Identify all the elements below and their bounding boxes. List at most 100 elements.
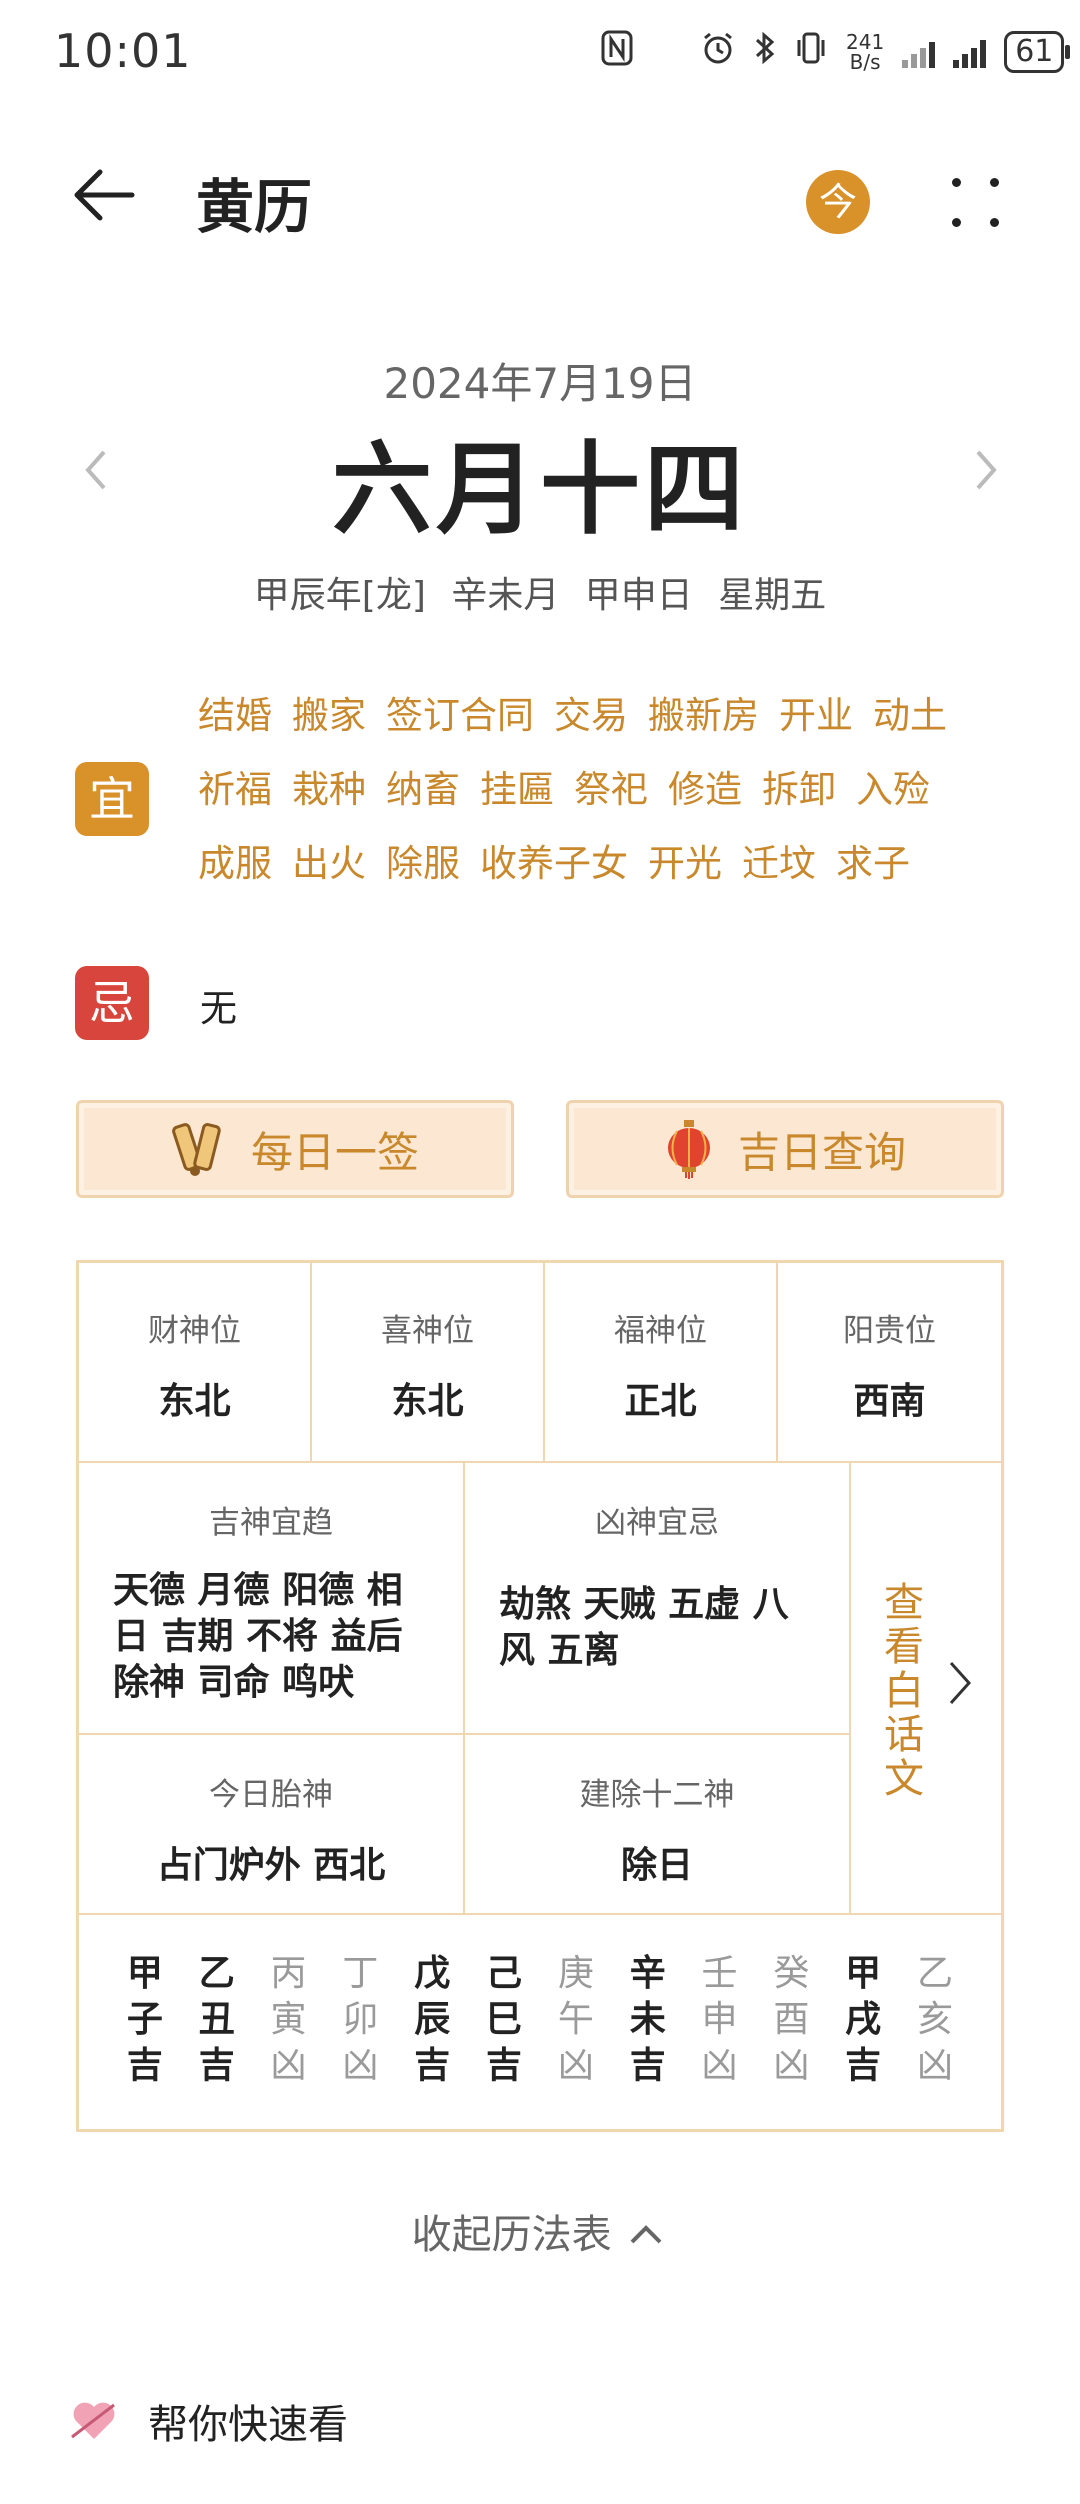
yi-item: 拆卸	[762, 768, 836, 811]
hour-item: 戊辰吉	[407, 1951, 457, 2115]
yi-item: 祭祀	[574, 768, 648, 811]
yi-item: 交易	[554, 694, 628, 737]
twelve-gods-cell: 建除十二神 除日	[465, 1735, 851, 1915]
fortune-position-label: 福神位	[614, 1313, 707, 1349]
hour-stem: 癸	[773, 1953, 810, 1994]
good-spirits-label: 吉神宜趋	[209, 1505, 333, 1541]
yi-item: 结婚	[198, 694, 272, 737]
hour-branch: 子	[126, 1999, 163, 2040]
hour-stem: 辛	[629, 1953, 666, 1994]
hour-verdict: 凶	[342, 2045, 379, 2086]
yi-badge: 宜	[75, 762, 149, 836]
hour-branch: 卯	[342, 1999, 379, 2040]
bad-spirits-cell: 凶神宜忌 劫煞 天贼 五虚 八风 五离	[465, 1463, 851, 1735]
joy-position-label: 喜神位	[381, 1313, 474, 1349]
nfc-icon	[600, 29, 634, 76]
net-speed: 241 B/s	[846, 30, 885, 74]
corner-ornament	[76, 2115, 93, 2132]
hour-stem: 丁	[342, 1953, 379, 1994]
collapse-label: 收起历法表	[411, 2212, 612, 2258]
hour-verdict: 吉	[486, 2045, 523, 2086]
solar-date: 2024年7月19日	[383, 359, 697, 408]
hour-branch: 寅	[270, 1999, 307, 2040]
next-day-button[interactable]	[966, 440, 1006, 500]
hour-verdict: 凶	[557, 2045, 594, 2086]
yi-item: 求子	[836, 842, 910, 885]
hour-item: 癸酉凶	[766, 1951, 816, 2115]
hour-branch: 巳	[486, 1999, 523, 2040]
hour-item: 辛未吉	[623, 1951, 673, 2115]
yi-item: 除服	[386, 842, 460, 885]
today-button[interactable]: 今	[806, 170, 870, 234]
status-time: 10:01	[54, 24, 192, 78]
ji-badge: 忌	[75, 966, 149, 1040]
hour-item: 丁卯凶	[335, 1951, 385, 2115]
hour-verdict: 吉	[198, 2045, 235, 2086]
hour-stem: 乙	[917, 1953, 954, 1994]
wealth-position-label: 财神位	[148, 1313, 241, 1349]
joy-position-cell: 喜神位 东北	[312, 1263, 545, 1463]
yi-item: 搬新房	[648, 694, 759, 737]
hour-stem: 己	[486, 1953, 523, 1994]
bad-spirits-value: 劫煞 天贼 五虚 八风 五离	[499, 1584, 789, 1671]
dot-icon	[990, 178, 999, 187]
quick-look-row[interactable]: 帮你快速看	[70, 2392, 348, 2450]
hour-stem: 甲	[126, 1953, 163, 1994]
dot-icon	[990, 218, 999, 227]
yi-item: 修造	[668, 768, 742, 811]
wealth-position-value: 东北	[158, 1381, 231, 1422]
lantern-icon	[667, 1120, 710, 1179]
hour-verdict: 吉	[629, 2045, 666, 2086]
hour-stem: 甲	[845, 1953, 882, 1994]
hour-verdict: 吉	[126, 2045, 163, 2086]
yi-item: 纳畜	[386, 768, 460, 811]
yi-list: 结婚 搬家 签订合同 交易 搬新房 开业 动土 祈福 栽种 纳畜 挂匾 祭祀 修造 拆卸 入殓 成服 出火 除服收…	[198, 690, 998, 890]
hour-stem: 庚	[557, 1953, 594, 1994]
hour-verdict: 吉	[845, 2045, 882, 2086]
daily-sign-button[interactable]: 每日一签	[76, 1100, 514, 1198]
hour-item: 甲戌吉	[838, 1951, 888, 2115]
hour-branch: 亥	[917, 1999, 954, 2040]
dot-icon	[952, 178, 961, 187]
more-menu-button[interactable]	[940, 168, 1010, 238]
quick-look-label: 帮你快速看	[148, 2402, 348, 2448]
hour-branch: 未	[629, 1999, 666, 2040]
corner-ornament	[987, 2115, 1004, 2132]
chevron-right-icon	[949, 1661, 972, 1705]
noble-position-value: 西南	[853, 1381, 926, 1422]
lucky-day-button[interactable]: 吉日查询	[566, 1100, 1004, 1198]
hour-stem: 丙	[270, 1953, 307, 1994]
heart-arrow-icon	[71, 2402, 115, 2439]
hour-item: 丙寅凶	[264, 1951, 314, 2115]
hour-verdict: 吉	[414, 2045, 451, 2086]
chevron-right-icon	[976, 450, 997, 490]
hour-stem: 戊	[414, 1953, 451, 1994]
hour-branch: 申	[701, 1999, 738, 2040]
collapse-button[interactable]: 收起历法表	[0, 2202, 1080, 2260]
twelve-gods-label: 建除十二神	[579, 1777, 735, 1813]
hour-branch: 辰	[414, 1999, 451, 2040]
yi-item: 栽种	[292, 768, 366, 811]
yi-item: 挂匾	[480, 768, 554, 811]
hour-branch: 酉	[773, 1999, 810, 2040]
vibrate-icon	[794, 30, 828, 75]
noble-position-label: 阳贵位	[843, 1313, 936, 1349]
fortune-position-value: 正北	[624, 1381, 697, 1422]
yi-item: 祈福	[198, 768, 272, 811]
view-plain-text-link[interactable]: 查看白话文	[879, 1581, 929, 1801]
signal-icon-sim2	[902, 36, 936, 68]
yi-item: 入殓	[856, 768, 930, 811]
good-spirits-cell: 吉神宜趋 天德 月德 阳德 相日 吉期 不将 益后除神 司命 鸣吠	[79, 1463, 465, 1735]
wealth-position-cell: 财神位 东北	[79, 1263, 312, 1463]
noble-position-cell: 阳贵位 西南	[778, 1263, 1001, 1463]
hour-item: 庚午凶	[551, 1951, 601, 2115]
battery-indicator: 61	[1004, 31, 1071, 73]
fetus-god-cell: 今日胎神 占门炉外 西北	[79, 1735, 465, 1915]
back-button[interactable]	[70, 160, 140, 230]
daily-sign-label: 每日一签	[250, 1127, 419, 1177]
chevron-up-icon	[630, 2225, 662, 2244]
hour-verdict: 凶	[270, 2045, 307, 2086]
ganzhi-line: 甲辰年[龙] 辛未月 甲申日 星期五	[253, 575, 827, 616]
lunar-date: 六月十四	[332, 431, 748, 548]
fortune-position-cell: 福神位 正北	[545, 1263, 778, 1463]
